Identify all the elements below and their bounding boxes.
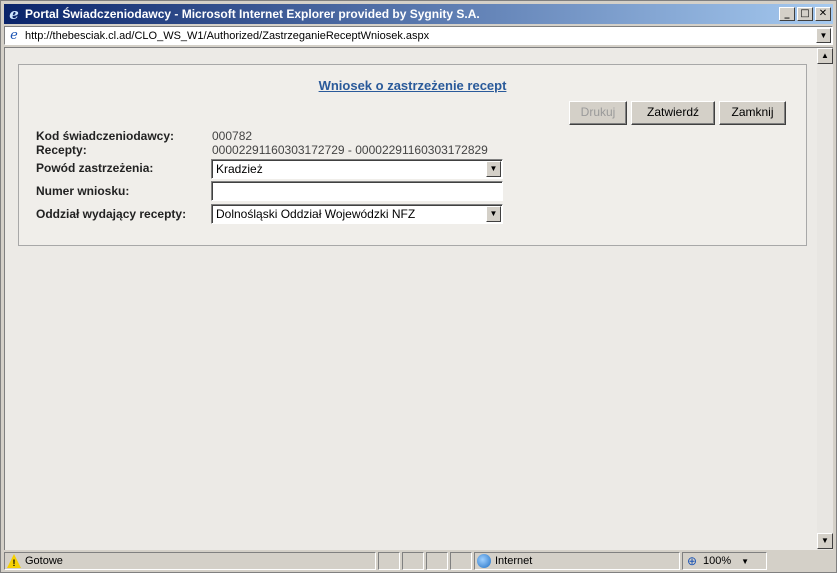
zoom-level: 100% [703,555,732,567]
page-viewport: Wniosek o zastrzeżenie recept Drukuj Zat… [4,47,817,550]
form-panel: Wniosek o zastrzeżenie recept Drukuj Zat… [18,64,807,246]
provider-code-value: 000782 [212,129,253,143]
status-text: Gotowe [25,555,63,567]
vertical-scrollbar[interactable]: ▲ ▼ [817,47,833,550]
minimize-button[interactable]: _ [779,7,795,21]
branch-label: Oddział wydający recepty: [36,207,187,221]
security-zone-cell[interactable]: Internet [474,552,680,570]
reason-select[interactable]: Kradzież ▼ [211,159,503,179]
scroll-up-icon[interactable]: ▲ [817,48,833,64]
chevron-down-icon[interactable]: ▼ [486,206,501,222]
scroll-down-icon[interactable]: ▼ [817,533,833,549]
address-dropdown-arrow-icon[interactable]: ▼ [816,28,831,43]
internet-explorer-icon: e [9,5,19,23]
prescriptions-label: Recepty: [36,143,87,157]
status-pane [402,552,424,570]
print-button[interactable]: Drukuj [569,101,627,125]
status-pane [450,552,472,570]
confirm-button[interactable]: Zatwierdź [631,101,715,125]
browser-window: e Portal Świadczeniodawcy - Microsoft In… [0,0,837,573]
page-icon: e [10,28,18,43]
provider-code-label: Kod świadczeniodawcy: [36,129,175,143]
window-title: Portal Świadczeniodawcy - Microsoft Inte… [25,7,480,21]
chevron-down-icon[interactable]: ▼ [741,557,749,566]
window-controls: _ □ ✕ [779,7,831,21]
prescriptions-value: 00002291160303172729 - 00002291160303172… [212,143,488,157]
status-text-cell: ! Gotowe [4,552,376,570]
status-pane [378,552,400,570]
close-button[interactable]: Zamknij [719,101,786,125]
security-zone-text: Internet [495,555,533,567]
warning-icon[interactable]: ! [7,554,21,568]
request-number-input[interactable] [211,181,503,201]
status-bar: ! Gotowe Internet ⊕ 100% ▼ [4,552,833,570]
maximize-button[interactable]: □ [797,7,813,21]
address-bar[interactable]: e http://thebesciak.cl.ad/CLO_WS_W1/Auth… [4,26,833,45]
close-window-button[interactable]: ✕ [815,7,831,21]
reason-label: Powód zastrzeżenia: [36,161,154,175]
branch-select-value: Dolnośląski Oddział Wojewódzki NFZ [216,207,416,221]
address-url[interactable]: http://thebesciak.cl.ad/CLO_WS_W1/Author… [25,30,816,42]
branch-select[interactable]: Dolnośląski Oddział Wojewódzki NFZ ▼ [211,204,503,224]
request-number-label: Numer wniosku: [36,184,130,198]
globe-icon [477,554,491,568]
chevron-down-icon[interactable]: ▼ [486,161,501,177]
zoom-icon: ⊕ [686,554,698,568]
form-title[interactable]: Wniosek o zastrzeżenie recept [19,78,806,93]
reason-select-value: Kradzież [216,162,263,176]
title-bar: e Portal Świadczeniodawcy - Microsoft In… [4,4,833,24]
status-pane [426,552,448,570]
zoom-cell[interactable]: ⊕ 100% ▼ [682,552,767,570]
